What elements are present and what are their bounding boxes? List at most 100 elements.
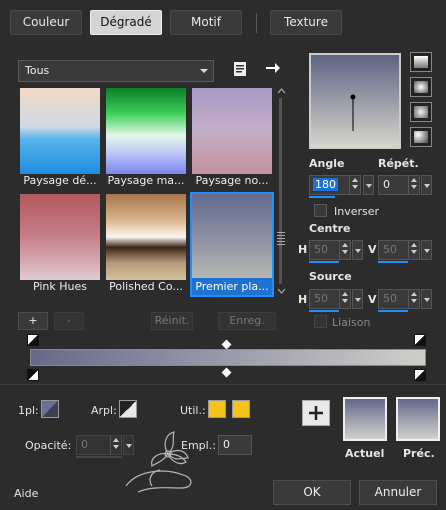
angle-slider[interactable] [309, 196, 335, 198]
centre-h-spinner[interactable]: 50 [309, 240, 351, 260]
preset-tile-selected[interactable]: Premier pla... [190, 192, 274, 297]
spin-buttons[interactable] [408, 290, 419, 308]
preset-label: Paysage no... [195, 174, 269, 187]
help-link[interactable]: Aide [14, 487, 38, 500]
centre-v-value[interactable]: 50 [383, 243, 397, 256]
remove-stop-button[interactable]: - [54, 312, 84, 330]
tab-motif[interactable]: Motif [170, 10, 242, 35]
source-v-slider[interactable] [378, 310, 408, 312]
centre-h-slider[interactable] [309, 261, 339, 263]
current-swatch[interactable] [343, 397, 387, 441]
ok-button[interactable]: OK [273, 480, 351, 505]
preset-tile[interactable]: Pink Hues [18, 192, 102, 297]
preset-label: Polished Co... [109, 280, 183, 293]
tab-separator [256, 13, 257, 33]
preset-label: Paysage ma... [107, 174, 185, 187]
opacity-stop-right[interactable] [414, 334, 426, 346]
opacity-stop-left[interactable] [27, 334, 39, 346]
angle-dropdown[interactable] [363, 175, 374, 195]
chevron-down-icon [200, 69, 208, 73]
style-rectangular-button[interactable] [410, 77, 432, 97]
spin-buttons[interactable] [339, 290, 350, 308]
style-sunburst-button[interactable] [410, 102, 432, 122]
preset-swatch [192, 88, 272, 174]
user-color-swatch-1[interactable] [208, 400, 226, 418]
foreground-color-swatch[interactable] [41, 400, 59, 418]
source-v-dropdown[interactable] [421, 289, 432, 309]
source-v-spinner[interactable]: 50 [378, 289, 420, 309]
spin-buttons[interactable] [339, 241, 350, 259]
cancel-button[interactable]: Annuler [359, 480, 437, 505]
preset-tile[interactable]: Paysage ma... [104, 86, 188, 191]
user-color-swatch-2[interactable] [232, 400, 250, 418]
scroll-up-icon[interactable] [277, 88, 286, 94]
spin-buttons[interactable] [349, 176, 360, 194]
centre-v-dropdown[interactable] [421, 240, 432, 260]
style-linear-button[interactable] [410, 52, 432, 72]
opacity-label: Opacité: [25, 439, 72, 452]
reset-button[interactable]: Réinit. [151, 312, 193, 330]
empl-value[interactable]: 0 [223, 438, 230, 451]
tab-texture[interactable]: Texture [270, 10, 342, 35]
source-v-value[interactable]: 50 [383, 292, 397, 305]
source-h-spinner[interactable]: 50 [309, 289, 351, 309]
add-stop-button[interactable]: + [18, 312, 48, 330]
gradient-center-marker[interactable] [348, 93, 358, 133]
opacity-midpoint[interactable] [221, 339, 232, 350]
util-label: Util.: [180, 404, 206, 417]
preset-gallery: Paysage dé... Paysage ma... Paysage no..… [18, 86, 274, 298]
tab-couleur[interactable]: Couleur [10, 10, 82, 35]
gallery-scrollbar[interactable] [276, 88, 287, 294]
previous-swatch[interactable] [396, 397, 440, 441]
arrow-right-icon[interactable] [265, 60, 281, 76]
angle-spinner[interactable]: 180 [309, 175, 361, 195]
scrollbar-grip[interactable] [277, 232, 285, 246]
current-swatch-label: Actuel [345, 447, 385, 460]
add-swatch-button[interactable] [302, 400, 330, 426]
category-select[interactable]: Tous [18, 60, 214, 82]
invert-checkbox[interactable] [314, 204, 327, 217]
style-radial-button[interactable] [410, 127, 432, 147]
source-h-slider[interactable] [309, 310, 339, 312]
repeat-value[interactable]: 0 [383, 178, 390, 191]
save-button[interactable]: Enreg. [218, 312, 276, 330]
watermark-logo [125, 431, 192, 493]
scrollbar-thumb[interactable] [279, 98, 282, 284]
preset-tile[interactable]: Paysage no... [190, 86, 274, 191]
color-stop-right[interactable] [414, 369, 426, 381]
link-label: Liaison [332, 316, 371, 329]
repeat-label: Répét. [378, 157, 419, 170]
invert-label: Inverser [334, 205, 380, 218]
scroll-down-icon[interactable] [277, 288, 286, 294]
gradient-preview[interactable] [309, 53, 401, 149]
source-h-label: H [298, 293, 308, 306]
preset-tile[interactable]: Paysage dé... [18, 86, 102, 191]
link-checkbox[interactable] [314, 315, 327, 328]
source-h-dropdown[interactable] [352, 289, 363, 309]
centre-v-slider[interactable] [378, 261, 408, 263]
color-stop-left[interactable] [27, 369, 39, 381]
opacity-value[interactable]: 0 [81, 438, 88, 451]
centre-h-label: H [298, 243, 308, 256]
spin-buttons[interactable] [408, 241, 419, 259]
color-midpoint[interactable] [221, 367, 232, 378]
centre-v-spinner[interactable]: 50 [378, 240, 420, 260]
repeat-dropdown[interactable] [421, 175, 432, 195]
empl-input[interactable]: 0 [218, 435, 252, 455]
angle-value[interactable]: 180 [313, 178, 338, 191]
arpl-label: Arpl: [91, 404, 117, 417]
library-icon[interactable] [232, 61, 248, 77]
preset-label: Premier pla... [192, 278, 272, 295]
spin-buttons[interactable] [408, 176, 419, 194]
centre-h-value[interactable]: 50 [314, 243, 328, 256]
preset-tile[interactable]: Polished Co... [104, 192, 188, 297]
background-color-swatch[interactable] [119, 400, 137, 418]
gradient-stop-bar[interactable] [30, 349, 426, 366]
previous-swatch-label: Préc. [403, 447, 435, 460]
repeat-spinner[interactable]: 0 [378, 175, 420, 195]
source-h-value[interactable]: 50 [314, 292, 328, 305]
centre-h-dropdown[interactable] [352, 240, 363, 260]
bottom-divider [0, 384, 446, 385]
tab-degrade[interactable]: Dégradé [90, 10, 162, 35]
source-label: Source [309, 270, 352, 283]
